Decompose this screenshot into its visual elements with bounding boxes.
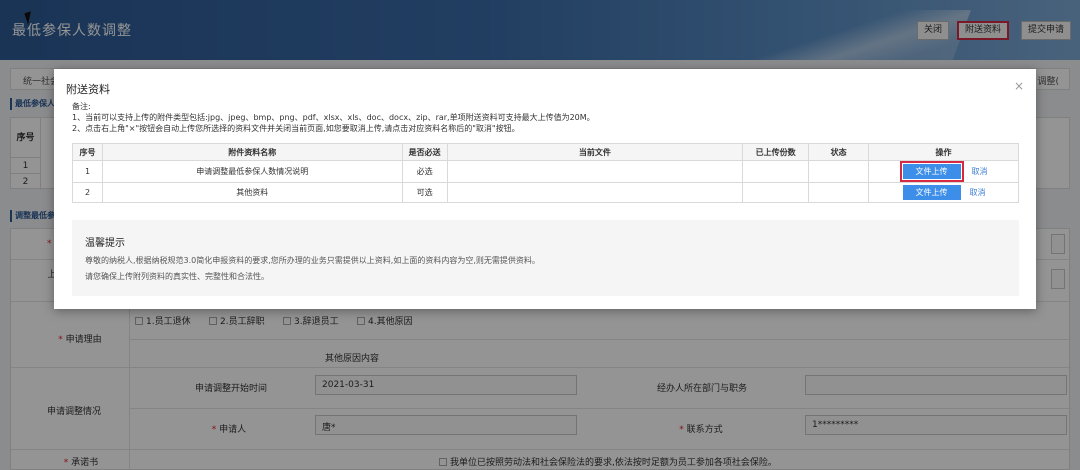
- dialog-title: 附送资料: [66, 83, 110, 96]
- row-status: [808, 160, 870, 183]
- tips-line-1: 尊敬的纳税人,根据纳税规范3.0简化申报资料的要求,您所办理的业务只需提供以上资…: [85, 256, 540, 265]
- col-name: 附件资料名称: [101, 143, 403, 161]
- row-actions: 文件上传 取消: [868, 182, 1019, 203]
- tips-line-2: 请您确保上传附列资料的真实性、完整性和合法性。: [85, 272, 269, 281]
- row-required: 可选: [401, 182, 448, 203]
- tips-box: 温馨提示 尊敬的纳税人,根据纳税规范3.0简化申报资料的要求,您所办理的业务只需…: [72, 220, 1019, 296]
- col-required: 是否必送: [401, 143, 448, 161]
- row-name: 其他资料: [101, 182, 403, 203]
- row-current-file: [446, 182, 744, 203]
- notes-line-1: 1、当前可以支持上传的附件类型包括:jpg、jpeg、bmp、png、pdf、x…: [72, 113, 595, 122]
- col-status: 状态: [808, 143, 870, 161]
- cancel-link[interactable]: 取消: [970, 188, 986, 197]
- row-uploaded-count: [742, 160, 810, 183]
- col-actions: 操作: [868, 143, 1019, 161]
- notes-heading: 备注:: [72, 102, 91, 111]
- col-uploaded-count: 已上传份数: [742, 143, 810, 161]
- col-current-file: 当前文件: [446, 143, 744, 161]
- row-status: [808, 182, 870, 203]
- file-upload-button[interactable]: 文件上传: [902, 185, 961, 200]
- row-current-file: [446, 160, 744, 183]
- upload-notes: 备注: 1、当前可以支持上传的附件类型包括:jpg、jpeg、bmp、png、p…: [72, 101, 595, 134]
- row-seq: 1: [72, 160, 103, 183]
- attachments-table: 序号 附件资料名称 是否必送 当前文件 已上传份数 状态 操作 1 申请调整最低…: [72, 143, 1019, 203]
- attachments-dialog: 附送资料 × 备注: 1、当前可以支持上传的附件类型包括:jpg、jpeg、bm…: [54, 69, 1036, 309]
- cancel-link[interactable]: 取消: [972, 167, 988, 176]
- file-upload-button[interactable]: 文件上传: [902, 164, 961, 179]
- table-row: 1 申请调整最低参保人数情况说明 必选 文件上传 取消: [72, 160, 1019, 183]
- row-seq: 2: [72, 182, 103, 203]
- row-uploaded-count: [742, 182, 810, 203]
- row-actions: 文件上传 取消: [868, 160, 1019, 183]
- row-name: 申请调整最低参保人数情况说明: [101, 160, 403, 183]
- tips-title: 温馨提示: [85, 238, 125, 249]
- notes-line-2: 2、点击右上角"×"按钮会自动上传您所选择的资料文件并关闭当前页面,如您要取消上…: [72, 124, 520, 133]
- row-required: 必选: [401, 160, 448, 183]
- table-row: 2 其他资料 可选 文件上传 取消: [72, 182, 1019, 203]
- col-seq: 序号: [72, 143, 103, 161]
- close-icon[interactable]: ×: [1014, 79, 1024, 93]
